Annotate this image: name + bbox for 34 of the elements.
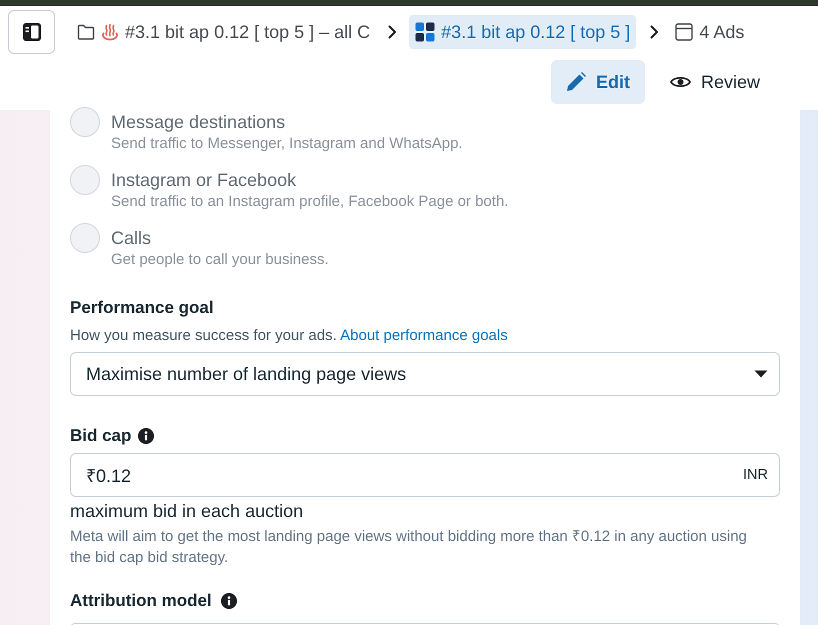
breadcrumb-link[interactable]: #3.1 bit ap 0.12 [ top 5 ] xyxy=(409,15,636,49)
hot-springs-icon xyxy=(101,23,119,41)
option-title: Instagram or Facebook xyxy=(111,169,298,192)
breadcrumb-link[interactable]: #3.1 bit ap 0.12 [ top 5 ] – all C xyxy=(73,15,374,49)
sidebar-icon[interactable] xyxy=(22,22,42,42)
folder-icon xyxy=(77,24,95,40)
option-description: Send traffic to an Instagram profile, Facebook Page or both. xyxy=(111,192,508,212)
bid-cap-note: Meta will aim to get the most landing page views without bidding more than ₹0.12 in any auction using the bid cap bid strategy. xyxy=(70,527,748,568)
bid-cap-caption: maximum bid in each auction xyxy=(70,500,304,523)
review-button[interactable]: Review xyxy=(658,60,772,104)
pencil-icon xyxy=(566,72,586,92)
option-description: Send traffic to Messenger, Instagram and WhatsApp. xyxy=(111,134,463,154)
window-icon xyxy=(675,23,694,41)
chevron-icon xyxy=(650,25,660,39)
option-title: Calls xyxy=(111,227,152,250)
bid-cap-field[interactable]: ₹0.12 INR xyxy=(70,453,780,497)
performance-goal-label: Performance goal xyxy=(70,297,214,319)
help-text: How you measure success for your ads. About performance goals xyxy=(70,326,509,346)
option-title: Message destinations xyxy=(111,111,286,134)
performance-goals-link[interactable]: About performance goals xyxy=(340,327,508,344)
chevron-icon xyxy=(388,25,398,39)
edit-button[interactable]: Edit xyxy=(550,60,645,104)
currency-label: INR xyxy=(743,467,768,483)
caret-icon xyxy=(754,370,768,378)
performance-goal-dropdown[interactable]: Maximise number of landing page views xyxy=(70,352,780,396)
sidebar-toggle-button[interactable] xyxy=(8,10,55,54)
eye-icon xyxy=(670,75,691,89)
option-description: Get people to call your business. xyxy=(111,250,329,270)
info-icon[interactable] xyxy=(138,428,154,444)
attribution-model-label: Attribution model xyxy=(70,590,212,612)
grid-icon xyxy=(415,22,436,42)
breadcrumb-link[interactable]: 4 Ads xyxy=(671,15,748,49)
info-icon[interactable] xyxy=(220,593,237,609)
bid-cap-label: Bid cap xyxy=(70,425,132,447)
